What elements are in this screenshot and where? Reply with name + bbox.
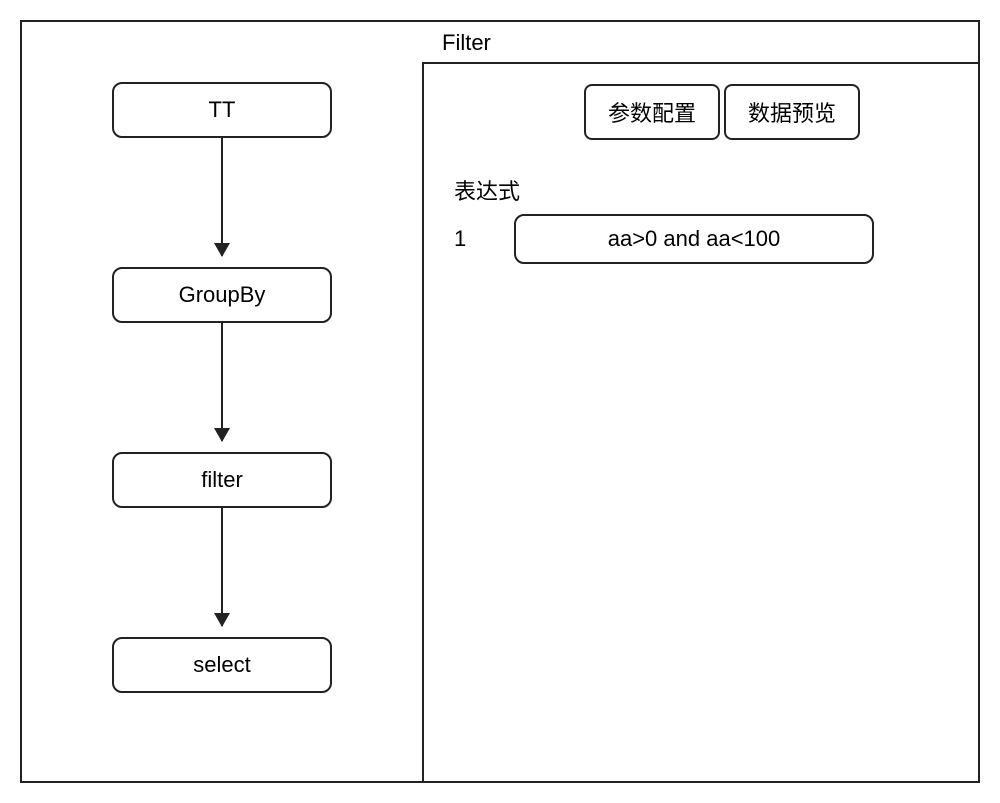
arrow-down-icon [221, 138, 223, 256]
tab-label: 数据预览 [748, 101, 836, 126]
tab-row: 参数配置 数据预览 [584, 84, 860, 140]
flow-node-label: TT [209, 97, 236, 123]
flow-node-label: filter [201, 467, 243, 493]
tab-data-preview[interactable]: 数据预览 [724, 84, 860, 140]
tab-label: 参数配置 [608, 101, 696, 126]
section-label-expression: 表达式 [454, 174, 520, 206]
arrow-down-icon [221, 323, 223, 441]
flow-node-label: select [193, 652, 250, 678]
flow-node-groupby[interactable]: GroupBy [112, 267, 332, 323]
diagram-canvas: TT GroupBy filter select Filter 参数配置 数据预… [20, 20, 980, 783]
flow-node-tt[interactable]: TT [112, 82, 332, 138]
flow-node-select[interactable]: select [112, 637, 332, 693]
tab-param-config[interactable]: 参数配置 [584, 84, 720, 140]
expression-value: aa>0 and aa<100 [608, 226, 781, 251]
flow-node-label: GroupBy [179, 282, 266, 308]
arrow-down-icon [221, 508, 223, 626]
panel-title: Filter [442, 30, 491, 56]
flowchart: TT GroupBy filter select [42, 72, 402, 762]
expression-index: 1 [454, 226, 474, 252]
flow-node-filter[interactable]: filter [112, 452, 332, 508]
expression-row: 1 aa>0 and aa<100 [454, 214, 874, 264]
details-panel: 参数配置 数据预览 表达式 1 aa>0 and aa<100 [422, 62, 980, 783]
expression-input[interactable]: aa>0 and aa<100 [514, 214, 874, 264]
